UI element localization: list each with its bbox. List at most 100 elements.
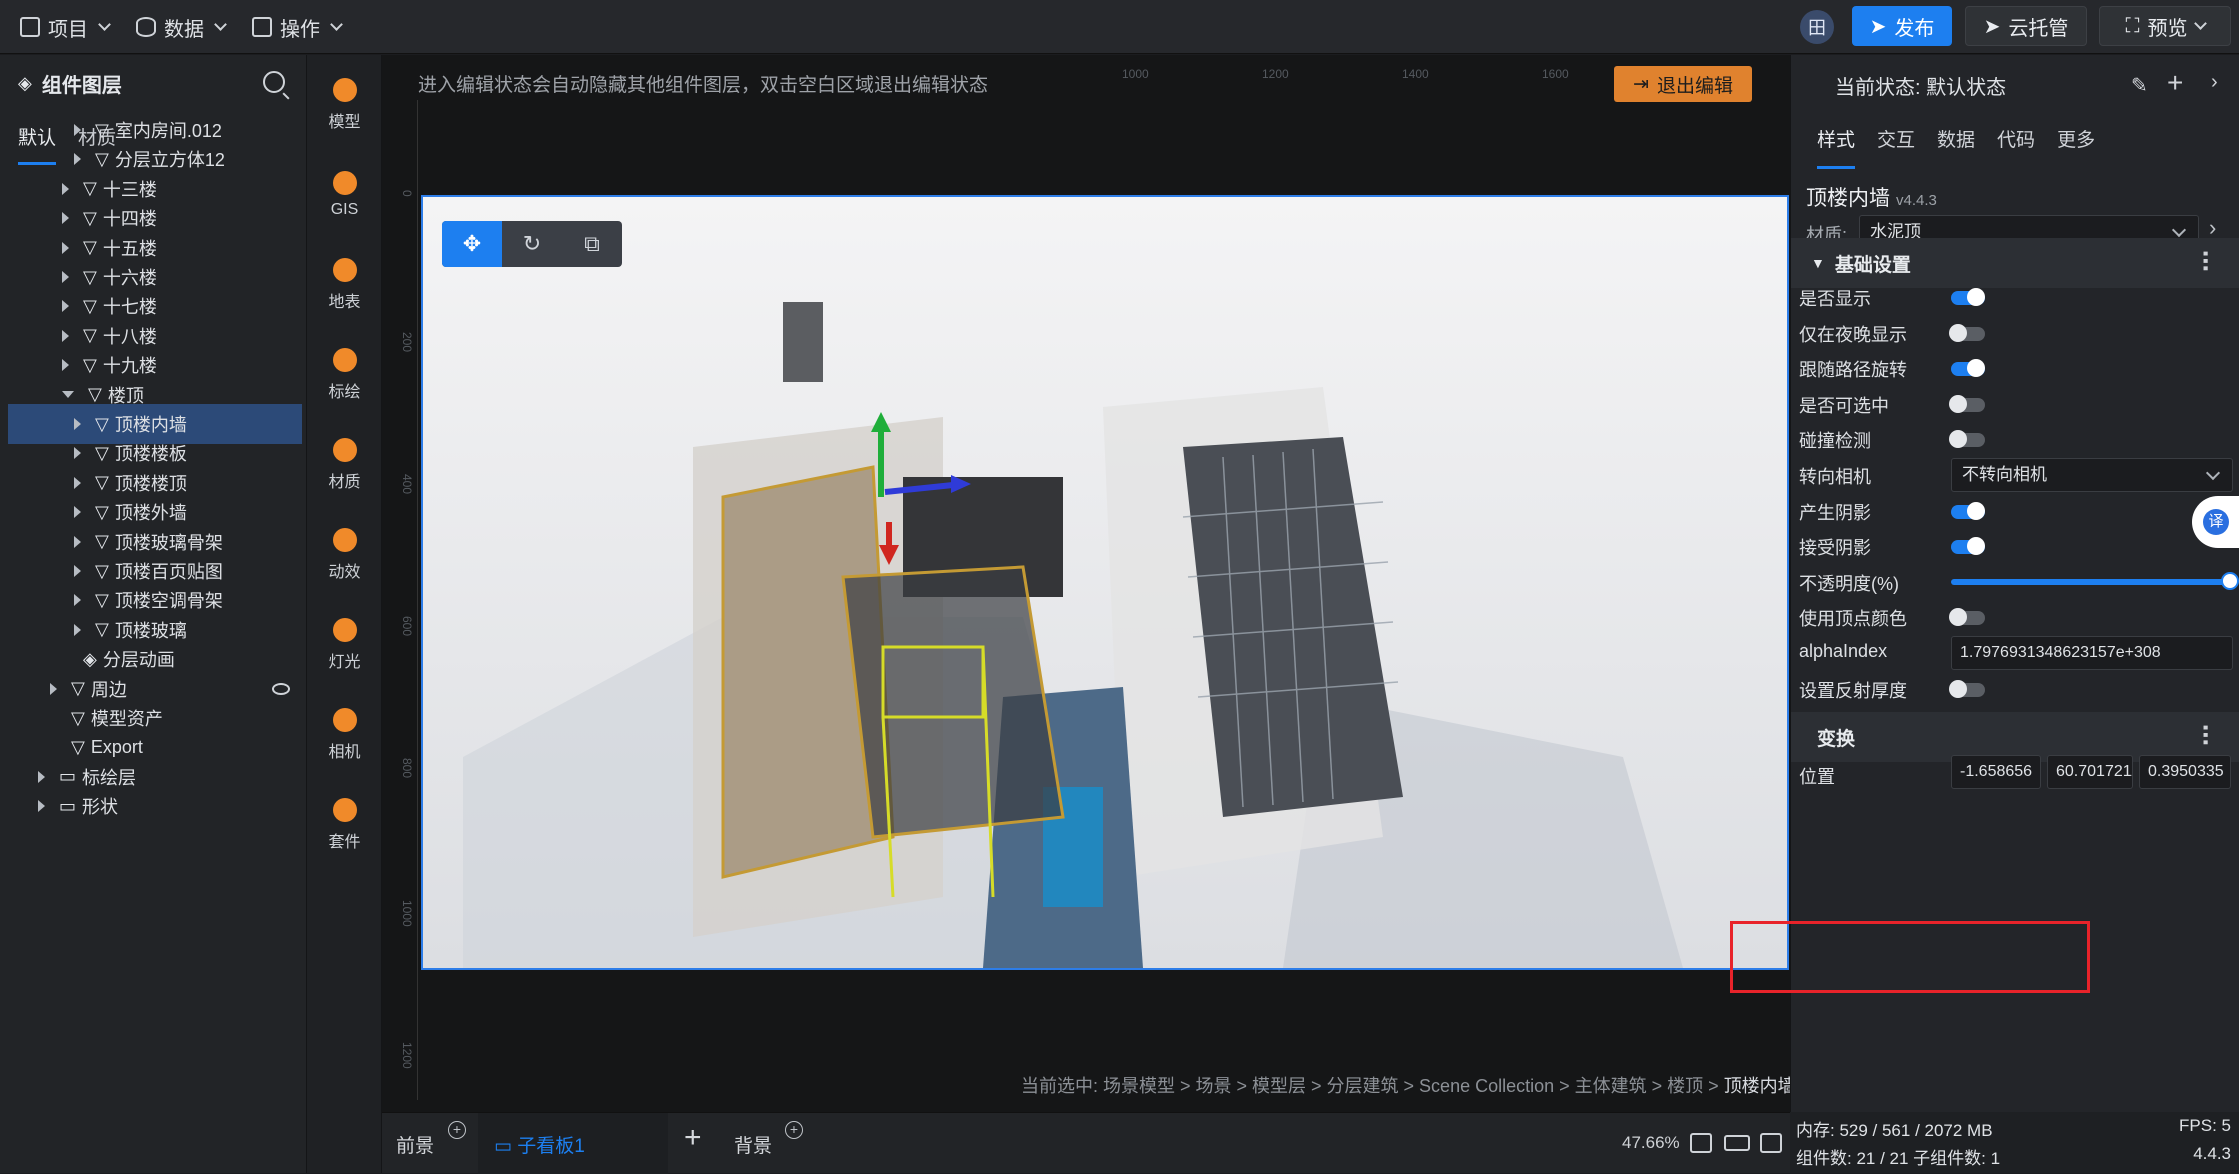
caret-right-icon[interactable] [74,506,81,519]
zoom-level[interactable]: 47.66% [1622,1133,1680,1153]
add-circle-icon[interactable]: + [785,1121,803,1139]
more-vertical-icon[interactable]: ⋯ [2192,724,2218,746]
current-state-label: 当前状态: 默认状态 [1835,77,2007,99]
caret-right-icon[interactable] [62,182,69,195]
scale-icon[interactable]: ⧉ [562,221,622,267]
fit-screen-icon[interactable] [1690,1133,1712,1153]
tab-interaction[interactable]: 交互 [1877,121,1915,169]
visibility-off-icon[interactable] [272,682,290,695]
caret-right-icon[interactable] [62,271,69,283]
caret-right-icon[interactable] [38,770,45,783]
caret-right-icon[interactable] [74,594,81,607]
add-circle-icon[interactable]: + [448,1121,466,1139]
tool-item[interactable]: 灯光 [307,605,382,685]
board-icon: ▭ [494,1136,518,1157]
caret-right-icon[interactable] [62,241,69,254]
chevron-right-icon[interactable]: › [2211,71,2218,94]
menu-project[interactable]: 项目 [20,10,111,44]
tool-item[interactable]: 标绘 [307,335,382,415]
tool-item[interactable]: 动效 [307,515,382,595]
caret-right-icon[interactable] [74,447,81,460]
search-icon[interactable] [263,71,285,93]
ruler-tick-label: 1200 [400,1042,414,1069]
caret-right-icon[interactable] [74,565,81,577]
tab-background[interactable]: 背景 [734,1131,772,1158]
model-icon: ▽ [95,413,109,434]
preview-button[interactable]: ⛶ 预览 [2099,6,2231,46]
caret-right-icon[interactable] [62,359,69,372]
tab-code[interactable]: 代码 [1997,121,2035,169]
property-toggle[interactable] [1949,679,1985,698]
caret-right-icon[interactable] [74,124,81,136]
caret-right-icon[interactable] [62,212,69,225]
property-select[interactable]: 不转向相机 [1951,458,2233,492]
opacity-slider[interactable] [1951,571,2239,590]
caret-right-icon[interactable] [62,300,69,313]
tool-item[interactable]: 套件 [307,785,382,865]
property-toggle[interactable] [1949,394,1985,413]
layer-tree-item[interactable]: ▭ 形状 [8,786,302,826]
section-basic-settings[interactable]: ▼ 基础设置 ⋯ [1791,238,2239,288]
transform-gizmo-toolbar: ✥ ↻ ⧉ [442,221,622,267]
property-toggle[interactable] [1951,501,1985,520]
caret-down-icon[interactable] [62,391,74,399]
tool-item[interactable]: 地表 [307,245,382,325]
tool-item[interactable]: GIS [307,155,382,235]
model-icon: ▽ [83,354,97,375]
tab-more[interactable]: 更多 [2057,121,2095,169]
slider-handle[interactable] [2221,571,2239,590]
property-input[interactable]: 1.7976931348623157e+308 [1951,636,2233,670]
tab-foreground[interactable]: 前景 [396,1131,434,1158]
caret-right-icon[interactable] [74,535,81,548]
folder-icon: ▭ [59,795,77,816]
scene-viewport[interactable] [421,195,1789,970]
property-toggle[interactable] [1951,537,1985,556]
layout-grid-button[interactable]: 田 [1800,10,1834,44]
menu-data-label: 数据 [164,18,204,41]
tool-item[interactable]: 材质 [307,425,382,505]
send-icon: ➤ [1983,15,2001,38]
model-icon: ▽ [83,178,97,199]
cloud-host-button[interactable]: ➤ 云托管 [1965,6,2087,46]
caret-right-icon[interactable] [74,623,81,636]
property-toggle[interactable] [1951,288,1985,306]
edit-icon[interactable]: ✎ [2131,73,2148,98]
caret-right-icon[interactable] [38,800,45,813]
property-label: 产生阴影 [1799,502,1871,523]
layers-title: 组件图层 [41,74,122,97]
tab-data[interactable]: 数据 [1937,121,1975,169]
add-board-button[interactable]: + [684,1121,702,1155]
caret-right-icon[interactable] [74,418,81,430]
menu-operate[interactable]: 操作 [252,10,343,44]
caret-right-icon[interactable] [50,682,57,695]
component-title: 顶楼内墙 v4.4.3 [1806,182,1937,212]
building-model-render [423,197,1787,968]
position-x-input[interactable]: -1.658656 [1951,755,2041,789]
property-label: 碰撞检测 [1799,431,1871,452]
more-vertical-icon[interactable]: ⋯ [2192,250,2218,272]
tool-label: 模型 [328,114,361,131]
tab-style[interactable]: 样式 [1817,121,1856,169]
model-icon: ▽ [83,207,97,228]
position-z-input[interactable]: 0.3950335 [2139,755,2231,789]
tab-board-1[interactable]: ▭ 子看板1 [494,1131,585,1158]
property-toggle[interactable] [1951,359,1985,378]
add-state-icon[interactable]: + [2167,67,2183,99]
caret-right-icon[interactable] [74,153,81,166]
caret-right-icon[interactable] [74,476,81,489]
menu-data[interactable]: 数据 [136,10,227,44]
translate-button[interactable]: 译 [2192,496,2239,548]
property-toggle[interactable] [1949,323,1985,342]
keyboard-icon[interactable] [1724,1135,1750,1151]
tool-item[interactable]: 模型 [307,65,382,145]
tool-item[interactable]: 相机 [307,695,382,775]
top-bar: 项目 数据 操作 田 ➤ 发布 ➤ 云托管 ⛶ 预览 [0,0,2239,54]
caret-right-icon[interactable] [62,329,69,342]
move-icon[interactable]: ✥ [442,221,502,267]
rotate-icon[interactable]: ↻ [502,221,562,267]
position-y-input[interactable]: 60.7017211 [2047,755,2133,789]
console-icon[interactable] [1760,1133,1782,1153]
property-toggle[interactable] [1949,608,1985,627]
property-toggle[interactable] [1949,430,1985,449]
publish-button[interactable]: ➤ 发布 [1852,6,1952,46]
